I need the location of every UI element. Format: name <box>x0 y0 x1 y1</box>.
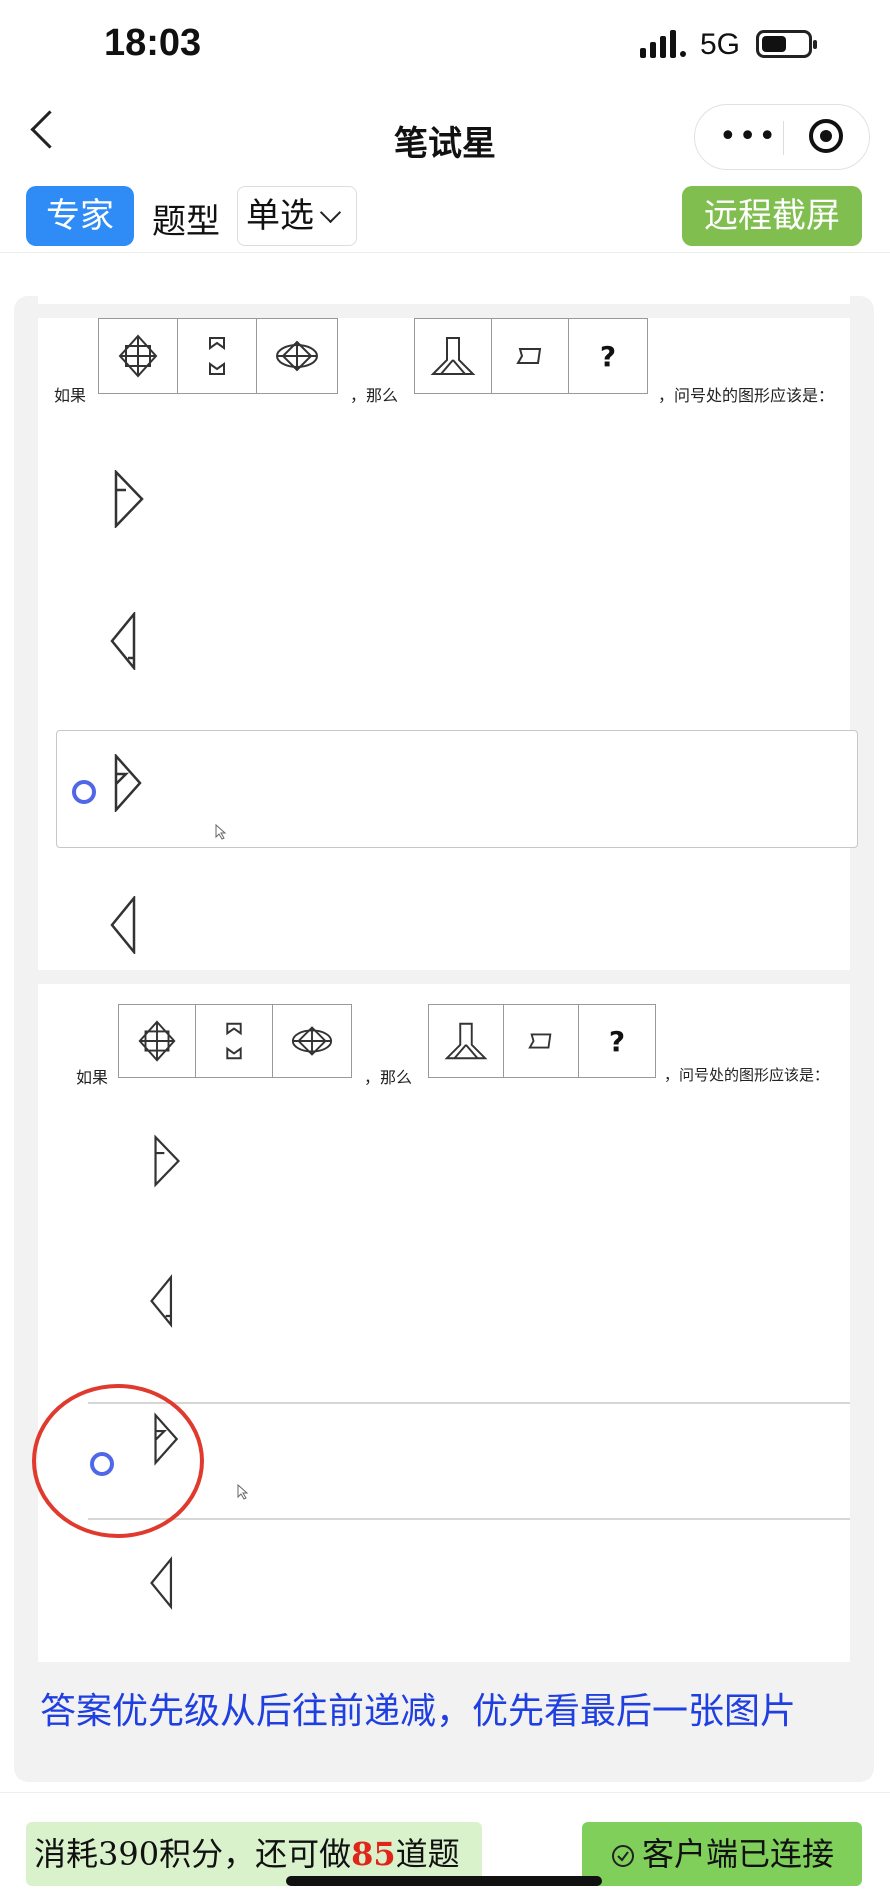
figure-row-target: ? <box>414 318 648 394</box>
expert-button[interactable]: 专家 <box>26 186 134 246</box>
figure-cell <box>99 319 178 393</box>
option-divider <box>88 1518 850 1520</box>
remote-screenshot-button[interactable]: 远程截屏 <box>682 186 862 246</box>
figure-cell <box>257 319 337 393</box>
battery-icon <box>756 30 817 58</box>
parallelogram-figure <box>516 348 542 364</box>
question-middle: ，那么 <box>364 1068 413 1087</box>
question-middle: ，那么 <box>350 386 399 405</box>
diamond-cross-figure <box>118 334 158 378</box>
screenshot-card-1: 如果 ，那么 ? ，问号处的图形应该是： <box>38 318 858 970</box>
target-icon[interactable] <box>809 119 843 153</box>
option-d-figure <box>150 1556 173 1610</box>
question-type-select[interactable]: 单选 <box>237 186 357 246</box>
card-top-strip <box>38 296 850 304</box>
credit-text-post: 道题 <box>395 1835 460 1873</box>
screenshot-panel: 如果 ，那么 ? ，问号处的图形应该是： 如果 ，那么 ? ，问号处的图形应该是… <box>14 296 874 1782</box>
bracket-figure <box>209 337 225 375</box>
question-mark-cell: ? <box>608 1024 626 1058</box>
option-a-figure <box>154 1134 181 1188</box>
question-prefix: 如果 <box>76 1068 109 1087</box>
house-figure <box>444 1022 488 1060</box>
cursor-icon <box>237 1484 249 1500</box>
figure-cell <box>119 1005 196 1077</box>
answer-priority-hint: 答案优先级从后往前递减，优先看最后一张图片 <box>40 1691 797 1732</box>
diamond-cross-figure <box>138 1020 176 1062</box>
option-a-figure <box>114 470 144 528</box>
house-figure <box>430 337 476 375</box>
figure-row-given <box>98 318 338 394</box>
figure-cell <box>415 319 492 393</box>
credit-text-pre: 消耗390积分，还可做 <box>34 1835 352 1873</box>
option-b-figure <box>150 1274 173 1328</box>
question-prefix: 如果 <box>54 386 87 405</box>
figure-cell <box>178 319 257 393</box>
diamond-oval-figure <box>291 1026 333 1056</box>
question-mark-cell: ? <box>599 339 617 373</box>
option-b-figure <box>110 612 136 670</box>
figure-cell <box>273 1005 351 1077</box>
capsule-divider <box>783 121 784 155</box>
figure-row-given <box>118 1004 352 1078</box>
bracket-figure <box>226 1022 242 1060</box>
cursor-icon <box>215 824 227 840</box>
question-type-label: 题型 <box>152 202 220 242</box>
question-suffix: ，问号处的图形应该是： <box>658 386 835 405</box>
figure-row-target: ? <box>428 1004 656 1078</box>
connection-text: 客户端已连接 <box>641 1835 834 1873</box>
selected-option-row[interactable] <box>56 730 858 848</box>
option-d-figure <box>110 896 136 954</box>
answer-highlight-circle <box>32 1384 204 1538</box>
screenshot-card-2: 如果 ，那么 ? ，问号处的图形应该是： <box>32 984 850 1662</box>
chevron-down-icon <box>319 201 342 224</box>
network-type: 5G <box>700 28 741 61</box>
figure-cell <box>429 1005 504 1077</box>
remaining-count: 85 <box>351 1835 396 1873</box>
option-divider <box>88 1402 850 1404</box>
figure-cell <box>196 1005 273 1077</box>
signal-icon <box>640 30 686 58</box>
mini-program-capsule: ••• <box>694 104 870 170</box>
radio-selected-icon[interactable] <box>72 780 96 804</box>
diamond-oval-figure <box>276 340 318 372</box>
connection-status[interactable]: 客户端已连接 <box>582 1822 862 1886</box>
status-time: 18:03 <box>104 22 202 64</box>
toolbar-divider <box>0 252 890 253</box>
question-type-value: 单选 <box>246 196 314 236</box>
figure-cell <box>504 1005 579 1077</box>
question-suffix: ，问号处的图形应该是： <box>664 1066 830 1084</box>
parallelogram-figure <box>528 1033 552 1049</box>
figure-cell <box>492 319 569 393</box>
home-indicator <box>286 1876 602 1886</box>
more-icon[interactable]: ••• <box>719 119 778 154</box>
check-circle-icon <box>611 1845 634 1867</box>
option-c-figure <box>114 754 142 812</box>
